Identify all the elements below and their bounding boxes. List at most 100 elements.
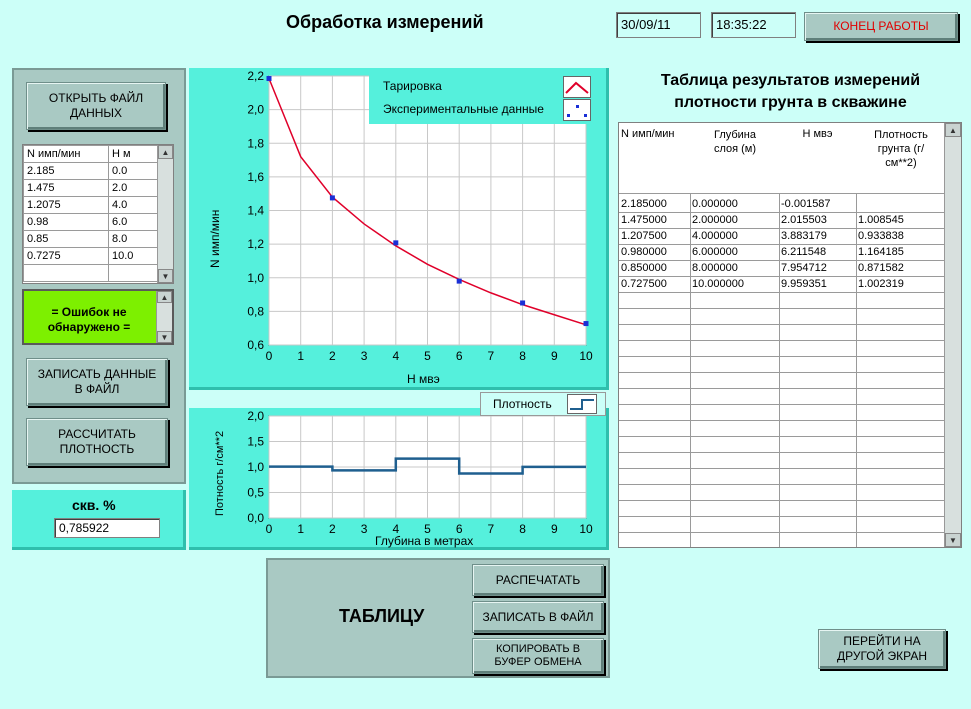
x-tick-label: 0: [266, 522, 273, 536]
scroll-down-icon[interactable]: ▼: [945, 533, 961, 547]
table-row[interactable]: 0.727500 10.000000 9.959351 1.002319: [619, 277, 961, 293]
cell[interactable]: 6.0: [108, 213, 158, 231]
x-tick-label: 7: [488, 349, 495, 363]
table-row[interactable]: [619, 437, 961, 453]
cell[interactable]: [108, 264, 158, 282]
table-row[interactable]: 1.475 2.0: [23, 179, 158, 197]
status-scrollbar[interactable]: ▲ ▼: [156, 291, 172, 343]
goto-screen-button[interactable]: ПЕРЕЙТИ НА ДРУГОЙ ЭКРАН: [818, 629, 946, 669]
cell[interactable]: 0.98: [23, 213, 109, 231]
results-header-density: Плотность грунта (г/см**2): [874, 129, 928, 169]
table-row[interactable]: 0.7275 10.0: [23, 247, 158, 265]
print-button[interactable]: РАСПЕЧАТАТЬ: [472, 564, 604, 596]
cell[interactable]: 10.0: [108, 247, 158, 265]
table-row[interactable]: [619, 293, 961, 309]
x-tick-label: 8: [519, 349, 526, 363]
table-cell: 8.000000: [692, 262, 738, 274]
table-cell: 9.959351: [781, 278, 827, 290]
table-row[interactable]: [619, 357, 961, 373]
table-row[interactable]: 2.185000 0.000000 -0.001587: [619, 197, 961, 213]
y-tick-label: 0,6: [247, 338, 264, 352]
time-display: 18:35:22: [711, 12, 796, 38]
cell[interactable]: 8.0: [108, 230, 158, 248]
scroll-down-icon[interactable]: ▼: [157, 331, 172, 343]
table-row[interactable]: [619, 453, 961, 469]
table-row[interactable]: 0.850000 8.000000 7.954712 0.871582: [619, 261, 961, 277]
table-row[interactable]: [619, 389, 961, 405]
y-tick-label: 2,0: [247, 409, 264, 423]
x-tick-label: 2: [329, 522, 336, 536]
table-row[interactable]: [619, 309, 961, 325]
x-tick-label: 6: [456, 349, 463, 363]
table-row[interactable]: [23, 264, 158, 282]
table-row[interactable]: [619, 485, 961, 501]
scroll-down-icon[interactable]: ▼: [158, 269, 173, 283]
results-scrollbar[interactable]: ▲ ▼: [944, 123, 961, 547]
table-row[interactable]: [619, 501, 961, 517]
y-tick-label: 0,5: [247, 486, 264, 500]
cell[interactable]: 0.0: [108, 162, 158, 180]
table-row[interactable]: [619, 405, 961, 421]
scroll-up-icon[interactable]: ▲: [158, 145, 173, 159]
table-cell: 1.008545: [858, 214, 904, 226]
y-tick-label: 1,8: [247, 136, 264, 150]
input-table-scrollbar[interactable]: ▲ ▼: [157, 145, 173, 283]
x-tick-label: 7: [488, 522, 495, 536]
table-cell: 7.954712: [781, 262, 827, 274]
table-row[interactable]: [619, 421, 961, 437]
table-cell: 1.207500: [621, 230, 667, 242]
table-row[interactable]: 0.98 6.0: [23, 213, 158, 231]
scroll-up-icon[interactable]: ▲: [157, 291, 172, 303]
input-header-h: Н м: [108, 145, 158, 163]
write-file-button[interactable]: ЗАПИСАТЬ В ФАЙЛ: [472, 601, 604, 633]
table-actions-label: ТАБЛИЦУ: [339, 606, 425, 626]
table-cell: 2.015503: [781, 214, 827, 226]
legend-points-icon: [563, 99, 591, 121]
cell[interactable]: 2.0: [108, 179, 158, 197]
cell[interactable]: 1.2075: [23, 196, 109, 214]
exit-button[interactable]: КОНЕЦ РАБОТЫ: [804, 12, 958, 41]
x-tick-label: 8: [519, 522, 526, 536]
scroll-up-icon[interactable]: ▲: [945, 123, 961, 137]
table-row[interactable]: 2.185 0.0: [23, 162, 158, 180]
y-tick-label: 2,2: [247, 69, 264, 83]
cell[interactable]: 2.185: [23, 162, 109, 180]
x-axis-label: Н мвэ: [407, 372, 440, 386]
table-row[interactable]: [619, 341, 961, 357]
y-tick-label: 1,0: [247, 460, 264, 474]
table-row[interactable]: 1.475000 2.000000 2.015503 1.008545: [619, 213, 961, 229]
input-data-table[interactable]: N имп/мин Н м 2.185 0.0 1.475 2.0 1.2075 4.…: [22, 144, 174, 284]
skv-label: скв. %: [72, 497, 116, 513]
table-row[interactable]: [619, 533, 961, 547]
table-row[interactable]: [619, 325, 961, 341]
table-row[interactable]: 1.2075 4.0: [23, 196, 158, 214]
results-title: Таблица результатов измерений плотности …: [618, 70, 963, 114]
table-cell: -0.001587: [781, 198, 831, 210]
table-row[interactable]: 0.85 8.0: [23, 230, 158, 248]
table-row[interactable]: [619, 469, 961, 485]
copy-clipboard-button[interactable]: КОПИРОВАТЬ В БУФЕР ОБМЕНА: [472, 638, 604, 674]
table-row[interactable]: [619, 373, 961, 389]
page-title: Обработка измерений: [286, 12, 484, 32]
x-tick-label: 0: [266, 349, 273, 363]
table-row[interactable]: 0.980000 6.000000 6.211548 1.164185: [619, 245, 961, 261]
table-cell: 10.000000: [692, 278, 744, 290]
open-file-button[interactable]: ОТКРЫТЬ ФАЙЛ ДАННЫХ: [26, 82, 166, 130]
legend-experimental-label: Экспериментальные данные: [383, 102, 544, 116]
table-row[interactable]: 1.207500 4.000000 3.883179 0.933838: [619, 229, 961, 245]
write-data-button[interactable]: ЗАПИСАТЬ ДАННЫЕ В ФАЙЛ: [26, 358, 168, 406]
table-cell: 0.980000: [621, 246, 667, 258]
legend-calibration-label: Тарировка: [383, 79, 442, 93]
x-axis-label: Глубина в метрах: [375, 534, 473, 548]
cell[interactable]: 0.7275: [23, 247, 109, 265]
cell[interactable]: 1.475: [23, 179, 109, 197]
density-legend: Плотность: [480, 392, 606, 416]
calc-density-button[interactable]: РАССЧИТАТЬ ПЛОТНОСТЬ: [26, 418, 168, 466]
x-tick-label: 3: [361, 349, 368, 363]
table-cell: 0.871582: [858, 262, 904, 274]
results-table[interactable]: N имп/мин Глубина слоя (м) Н мвэ Плотнос…: [618, 122, 962, 548]
cell[interactable]: 4.0: [108, 196, 158, 214]
table-row[interactable]: [619, 517, 961, 533]
cell[interactable]: [23, 264, 109, 282]
cell[interactable]: 0.85: [23, 230, 109, 248]
